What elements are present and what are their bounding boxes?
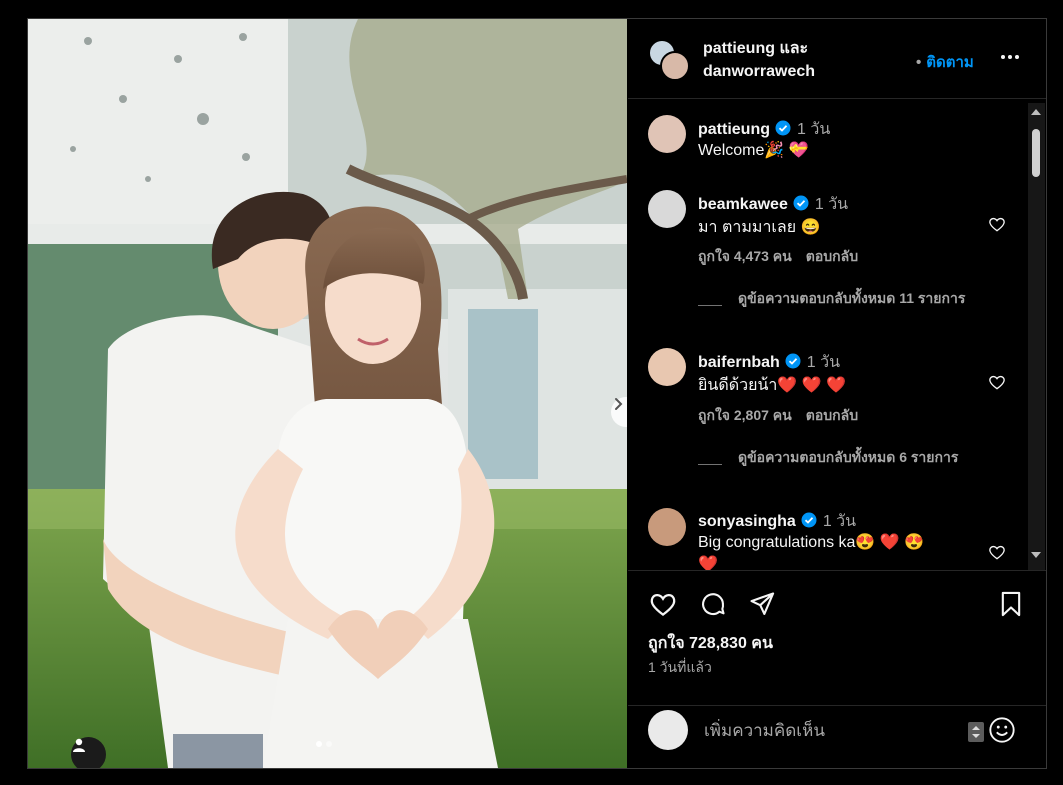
comment-header: pattieung 1 วัน — [698, 117, 830, 142]
divider — [698, 305, 722, 306]
spinner-arrows-icon[interactable] — [968, 722, 984, 742]
view-replies-button[interactable]: ดูข้อความตอบกลับทั้งหมด 6 รายการ — [738, 447, 978, 467]
post-photo[interactable] — [28, 19, 627, 768]
reply-button[interactable]: ตอบกลับ — [806, 407, 858, 423]
scroll-thumb[interactable] — [1032, 129, 1040, 177]
avatar[interactable] — [648, 348, 686, 386]
avatar — [660, 51, 690, 81]
separator-dot: • — [916, 54, 922, 71]
comment-like-heart-icon[interactable] — [987, 542, 1007, 562]
comment-text-continued: ❤️ — [698, 556, 718, 570]
comment-input[interactable] — [704, 719, 954, 743]
paper-plane-icon[interactable] — [748, 590, 776, 618]
author-line-2[interactable]: danworrawech — [703, 60, 815, 83]
comment-likes[interactable]: ถูกใจ 2,807 คน — [698, 407, 792, 423]
verified-badge-icon — [785, 353, 801, 369]
comment-text: Big congratulations ka😍 ❤️ 😍 — [698, 534, 925, 551]
carousel-dots — [316, 741, 332, 747]
comment-username[interactable]: sonyasingha — [698, 513, 796, 530]
post-actions: ถูกใจ 728,830 คน 1 วันที่แล้ว — [628, 570, 1046, 705]
reply-button[interactable]: ตอบกลับ — [806, 248, 858, 264]
verified-badge-icon — [793, 195, 809, 211]
scroll-down-arrow[interactable] — [1031, 552, 1041, 558]
tagged-users-button[interactable] — [71, 737, 106, 768]
post-authors[interactable]: pattieung และ danworrawech — [703, 37, 815, 83]
post-header: pattieung และ danworrawech • ติดตาม — [628, 19, 1046, 99]
verified-badge-icon — [775, 120, 791, 136]
likes-count[interactable]: ถูกใจ 728,830 คน — [648, 631, 773, 656]
emoji-smile-icon[interactable] — [988, 716, 1016, 744]
comment-header: beamkawee 1 วัน — [698, 192, 848, 217]
comment-time[interactable]: 1 วัน — [823, 513, 856, 530]
comment-text: Welcome🎉 💝 — [698, 142, 809, 159]
carousel-dot — [326, 741, 332, 747]
comment-meta: ถูกใจ 4,473 คน ตอบกลับ — [698, 246, 858, 268]
avatar[interactable] — [648, 508, 686, 546]
comment-text: ยินดีด้วยน้า❤️ ❤️ ❤️ — [698, 377, 847, 394]
comment-composer — [628, 705, 1046, 768]
scroll-up-arrow[interactable] — [1031, 109, 1041, 115]
comment-time[interactable]: 1 วัน — [815, 196, 848, 213]
avatar — [648, 710, 688, 750]
avatar[interactable] — [648, 190, 686, 228]
post-side-panel: pattieung และ danworrawech • ติดตาม patti… — [628, 19, 1046, 768]
comments-list: pattieung 1 วัน Welcome🎉 💝 beamkawee 1 วัน… — [628, 100, 1046, 570]
comment-header: baifernbah 1 วัน — [698, 350, 840, 375]
comment-like-heart-icon[interactable] — [987, 372, 1007, 392]
avatar[interactable] — [648, 115, 686, 153]
comment-username[interactable]: pattieung — [698, 121, 770, 138]
bookmark-icon[interactable] — [997, 590, 1025, 618]
comment-bubble-icon[interactable] — [699, 590, 727, 618]
post-modal: pattieung และ danworrawech • ติดตาม patti… — [0, 0, 1063, 785]
follow-label: ติดตาม — [926, 54, 974, 71]
comment-time[interactable]: 1 วัน — [797, 121, 830, 138]
collab-avatars[interactable] — [648, 39, 692, 83]
post-timestamp[interactable]: 1 วันที่แล้ว — [648, 657, 712, 679]
heart-icon[interactable] — [648, 589, 678, 619]
chevron-right-icon — [615, 398, 623, 410]
divider — [698, 464, 722, 465]
comment-text: มา ตามมาเลย 😄 — [698, 219, 821, 236]
author-line-1[interactable]: pattieung และ — [703, 37, 815, 60]
comment-username[interactable]: baifernbah — [698, 354, 780, 371]
ellipsis-icon[interactable] — [1001, 55, 1019, 59]
view-replies-button[interactable]: ดูข้อความตอบกลับทั้งหมด 11 รายการ — [738, 288, 978, 308]
verified-badge-icon — [801, 512, 817, 528]
comment-time[interactable]: 1 วัน — [807, 354, 840, 371]
comment-like-heart-icon[interactable] — [987, 214, 1007, 234]
comment-meta: ถูกใจ 2,807 คน ตอบกลับ — [698, 405, 858, 427]
comment-header: sonyasingha 1 วัน — [698, 509, 856, 534]
comment-likes[interactable]: ถูกใจ 4,473 คน — [698, 248, 792, 264]
comment-username[interactable]: beamkawee — [698, 196, 788, 213]
photo-illustration — [28, 19, 627, 768]
carousel-dot — [316, 741, 322, 747]
follow-button[interactable]: • ติดตาม — [916, 50, 974, 74]
person-icon — [73, 738, 85, 752]
